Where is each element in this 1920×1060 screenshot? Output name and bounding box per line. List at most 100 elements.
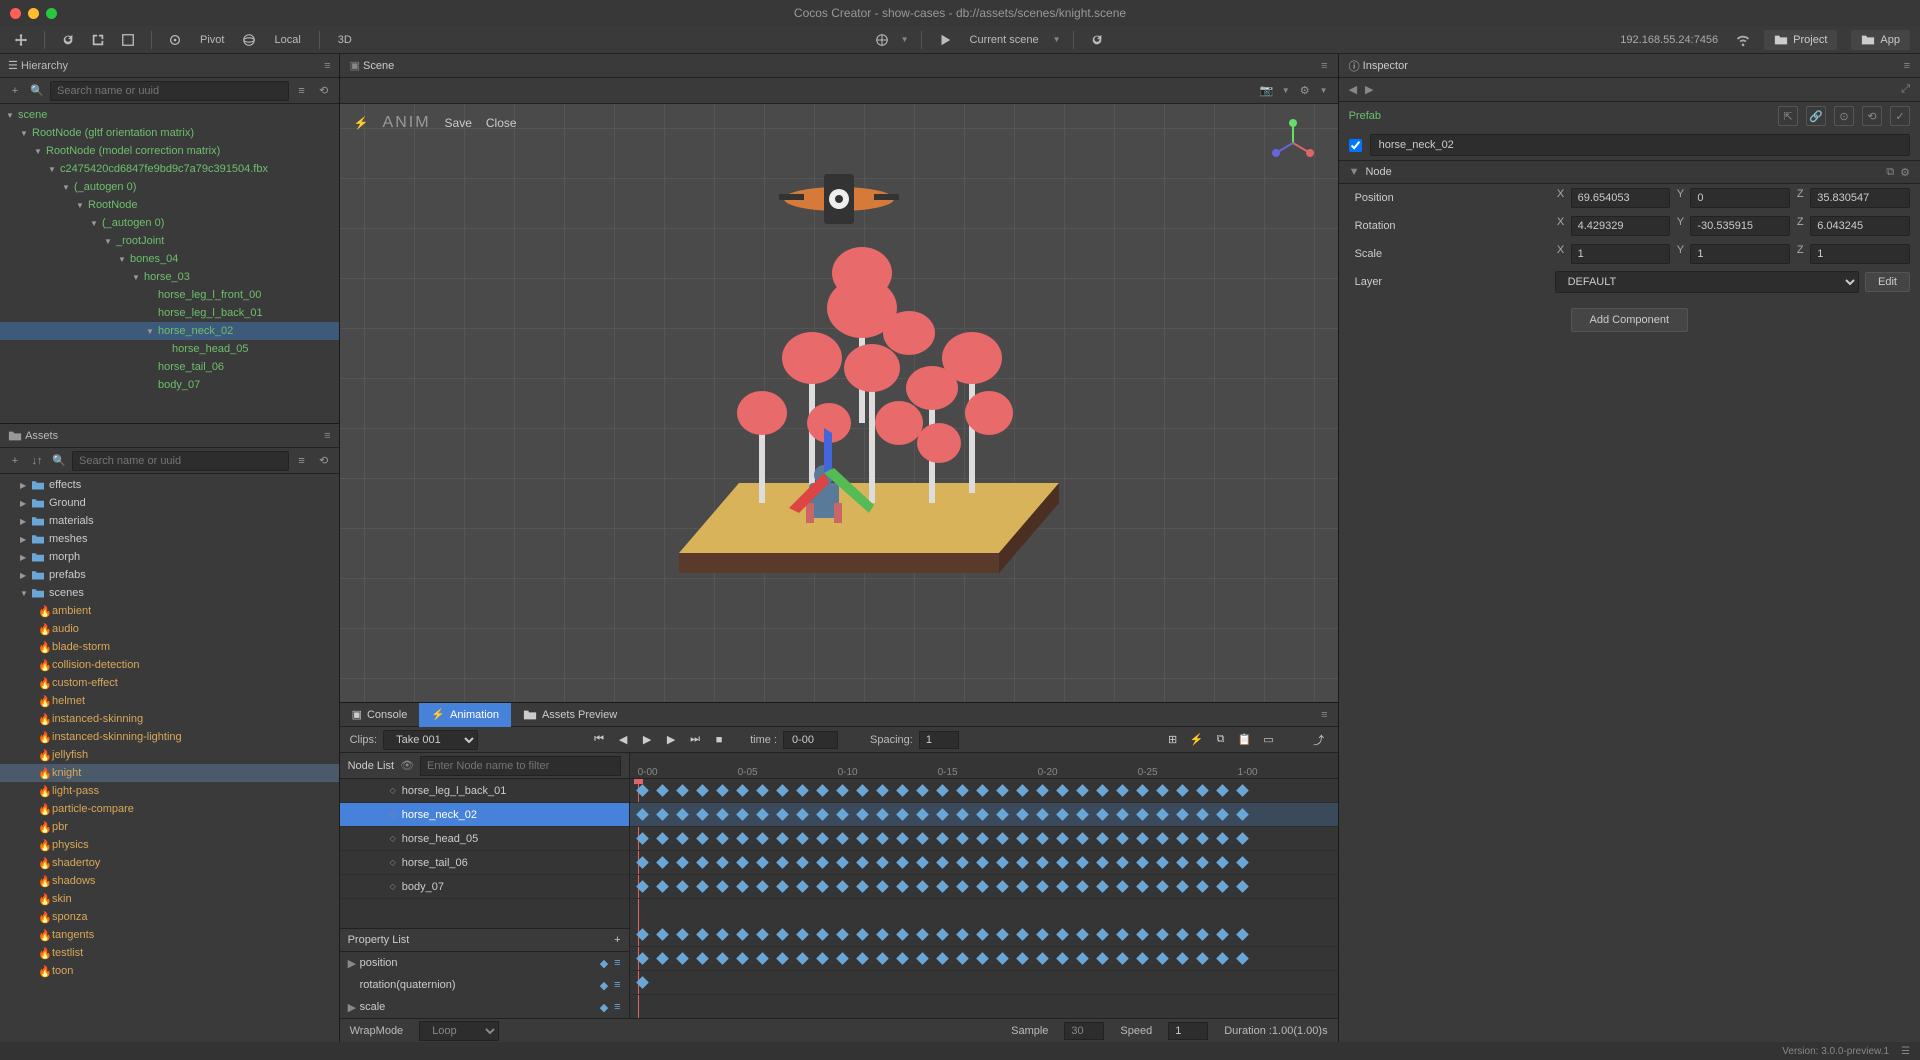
keyframe-diamond[interactable]	[1136, 832, 1149, 845]
asset-item[interactable]: 🔥pbr	[0, 818, 339, 836]
play-icon[interactable]	[934, 30, 956, 50]
keyframe-row[interactable]	[630, 875, 1338, 899]
keyframe-diamond[interactable]	[796, 784, 809, 797]
keyframe-diamond[interactable]	[1236, 808, 1249, 821]
paste-icon[interactable]: 📋	[1236, 732, 1254, 748]
keyframe-diamond[interactable]	[856, 832, 869, 845]
keyframe-diamond[interactable]	[696, 952, 709, 965]
animation-node-row[interactable]: ◇horse_leg_l_back_01	[340, 779, 629, 803]
keyframe-diamond[interactable]	[1096, 952, 1109, 965]
asset-item[interactable]: ▶effects	[0, 476, 339, 494]
component-menu-icon[interactable]: ⚙	[1900, 166, 1910, 179]
keyframe-diamond[interactable]	[896, 880, 909, 893]
asset-item[interactable]: ▶prefabs	[0, 566, 339, 584]
pivot-toggle[interactable]: Pivot	[194, 34, 230, 46]
keyframe-diamond[interactable]	[1236, 928, 1249, 941]
keyframe-diamond[interactable]	[816, 832, 829, 845]
keyframe-diamond[interactable]	[996, 856, 1009, 869]
rect-tool-icon[interactable]	[87, 30, 109, 50]
keyframe-diamond[interactable]	[656, 952, 669, 965]
keyframe-diamond[interactable]	[1056, 952, 1069, 965]
prev-frame-icon[interactable]: ◀	[614, 732, 632, 748]
keyframe-diamond[interactable]	[856, 928, 869, 941]
keyframe-diamond[interactable]	[836, 928, 849, 941]
keyframe-diamond[interactable]	[996, 832, 1009, 845]
keyframe-diamond[interactable]	[916, 832, 929, 845]
keyframe-diamond[interactable]	[1156, 928, 1169, 941]
keyframe-diamond[interactable]	[756, 928, 769, 941]
keyframe-diamond[interactable]	[836, 856, 849, 869]
keyframe-diamond[interactable]	[1116, 856, 1129, 869]
asset-item[interactable]: ▶materials	[0, 512, 339, 530]
keyframe-diamond[interactable]	[1156, 952, 1169, 965]
keyframe-diamond[interactable]	[1196, 784, 1209, 797]
asset-item[interactable]: 🔥blade-storm	[0, 638, 339, 656]
keyframe-diamond[interactable]	[1096, 928, 1109, 941]
collapse-icon[interactable]: ≡	[293, 452, 311, 470]
hierarchy-node[interactable]: ▼horse_neck_02	[0, 322, 339, 340]
keyframe-diamond[interactable]	[936, 784, 949, 797]
keyframe-diamond[interactable]	[796, 808, 809, 821]
keyframe-diamond[interactable]	[956, 952, 969, 965]
keyframe-diamond[interactable]	[756, 808, 769, 821]
local-icon[interactable]	[238, 30, 260, 50]
keyframe-diamond[interactable]	[1116, 952, 1129, 965]
hierarchy-node[interactable]: ▼(_autogen 0)	[0, 178, 339, 196]
keyframe-row[interactable]	[630, 851, 1338, 875]
asset-item[interactable]: 🔥custom-effect	[0, 674, 339, 692]
keyframe-diamond[interactable]	[1136, 880, 1149, 893]
keyframe-diamond[interactable]	[1156, 856, 1169, 869]
keyframe-diamond[interactable]	[956, 880, 969, 893]
property-row[interactable]: ▶scale◆≡	[340, 996, 629, 1018]
keyframe-diamond[interactable]	[1096, 832, 1109, 845]
node-name-input[interactable]	[1370, 134, 1910, 156]
keyframe-diamond[interactable]	[636, 784, 649, 797]
stop-icon[interactable]: ■	[710, 732, 728, 748]
keyframe-diamond[interactable]	[1236, 880, 1249, 893]
keyframe-diamond[interactable]	[1236, 832, 1249, 845]
asset-item[interactable]: 🔥collision-detection	[0, 656, 339, 674]
keyframe-diamond[interactable]	[1056, 880, 1069, 893]
keyframe-diamond[interactable]	[636, 976, 649, 989]
unlink-prefab-icon[interactable]: ⇱	[1778, 106, 1798, 126]
tab-console[interactable]: ▣Console	[340, 703, 420, 727]
keyframe-diamond[interactable]	[636, 880, 649, 893]
keyframe-diamond[interactable]	[836, 808, 849, 821]
hierarchy-node[interactable]: ▼_rootJoint	[0, 232, 339, 250]
keyframe-diamond[interactable]	[696, 880, 709, 893]
keyframe-diamond[interactable]	[776, 832, 789, 845]
keyframe-diamond[interactable]	[956, 928, 969, 941]
keyframe-diamond[interactable]	[716, 808, 729, 821]
keyframe-diamond[interactable]	[776, 952, 789, 965]
keyframe-diamond[interactable]	[1236, 856, 1249, 869]
position-z-input[interactable]	[1810, 188, 1910, 208]
keyframe-diamond[interactable]	[1076, 832, 1089, 845]
collapse-icon[interactable]: ≡	[293, 82, 311, 100]
keyframe-diamond[interactable]	[1216, 808, 1229, 821]
keyframe-diamond[interactable]	[1136, 856, 1149, 869]
keyframe-diamond[interactable]	[996, 880, 1009, 893]
keyframe-diamond[interactable]	[1036, 808, 1049, 821]
keyframe-diamond[interactable]	[756, 952, 769, 965]
hierarchy-node[interactable]: horse_head_05	[0, 340, 339, 358]
keyframe-diamond[interactable]	[1036, 928, 1049, 941]
keyframe-diamond[interactable]	[1036, 784, 1049, 797]
hierarchy-node[interactable]: ▼c2475420cd6847fe9bd9c7a79c391504.fbx	[0, 160, 339, 178]
keyframe-diamond[interactable]	[816, 928, 829, 941]
keyframe-diamond[interactable]	[1056, 928, 1069, 941]
time-input[interactable]	[783, 731, 838, 749]
keyframe-diamond[interactable]	[716, 928, 729, 941]
keyframe-diamond[interactable]	[876, 832, 889, 845]
hierarchy-search-input[interactable]	[50, 81, 289, 101]
hierarchy-node[interactable]: ▼RootNode	[0, 196, 339, 214]
asset-item[interactable]: 🔥sponza	[0, 908, 339, 926]
keyframe-diamond[interactable]	[1016, 832, 1029, 845]
scale-tool-icon[interactable]	[117, 30, 139, 50]
keyframe-diamond[interactable]	[896, 832, 909, 845]
bolt-icon[interactable]: ⚡	[1188, 732, 1206, 748]
keyframe-diamond[interactable]	[696, 808, 709, 821]
keyframe-diamond[interactable]	[896, 928, 909, 941]
keyframe-diamond[interactable]	[1136, 808, 1149, 821]
keyframe-diamond[interactable]	[816, 808, 829, 821]
keyframe-diamond[interactable]	[1076, 808, 1089, 821]
